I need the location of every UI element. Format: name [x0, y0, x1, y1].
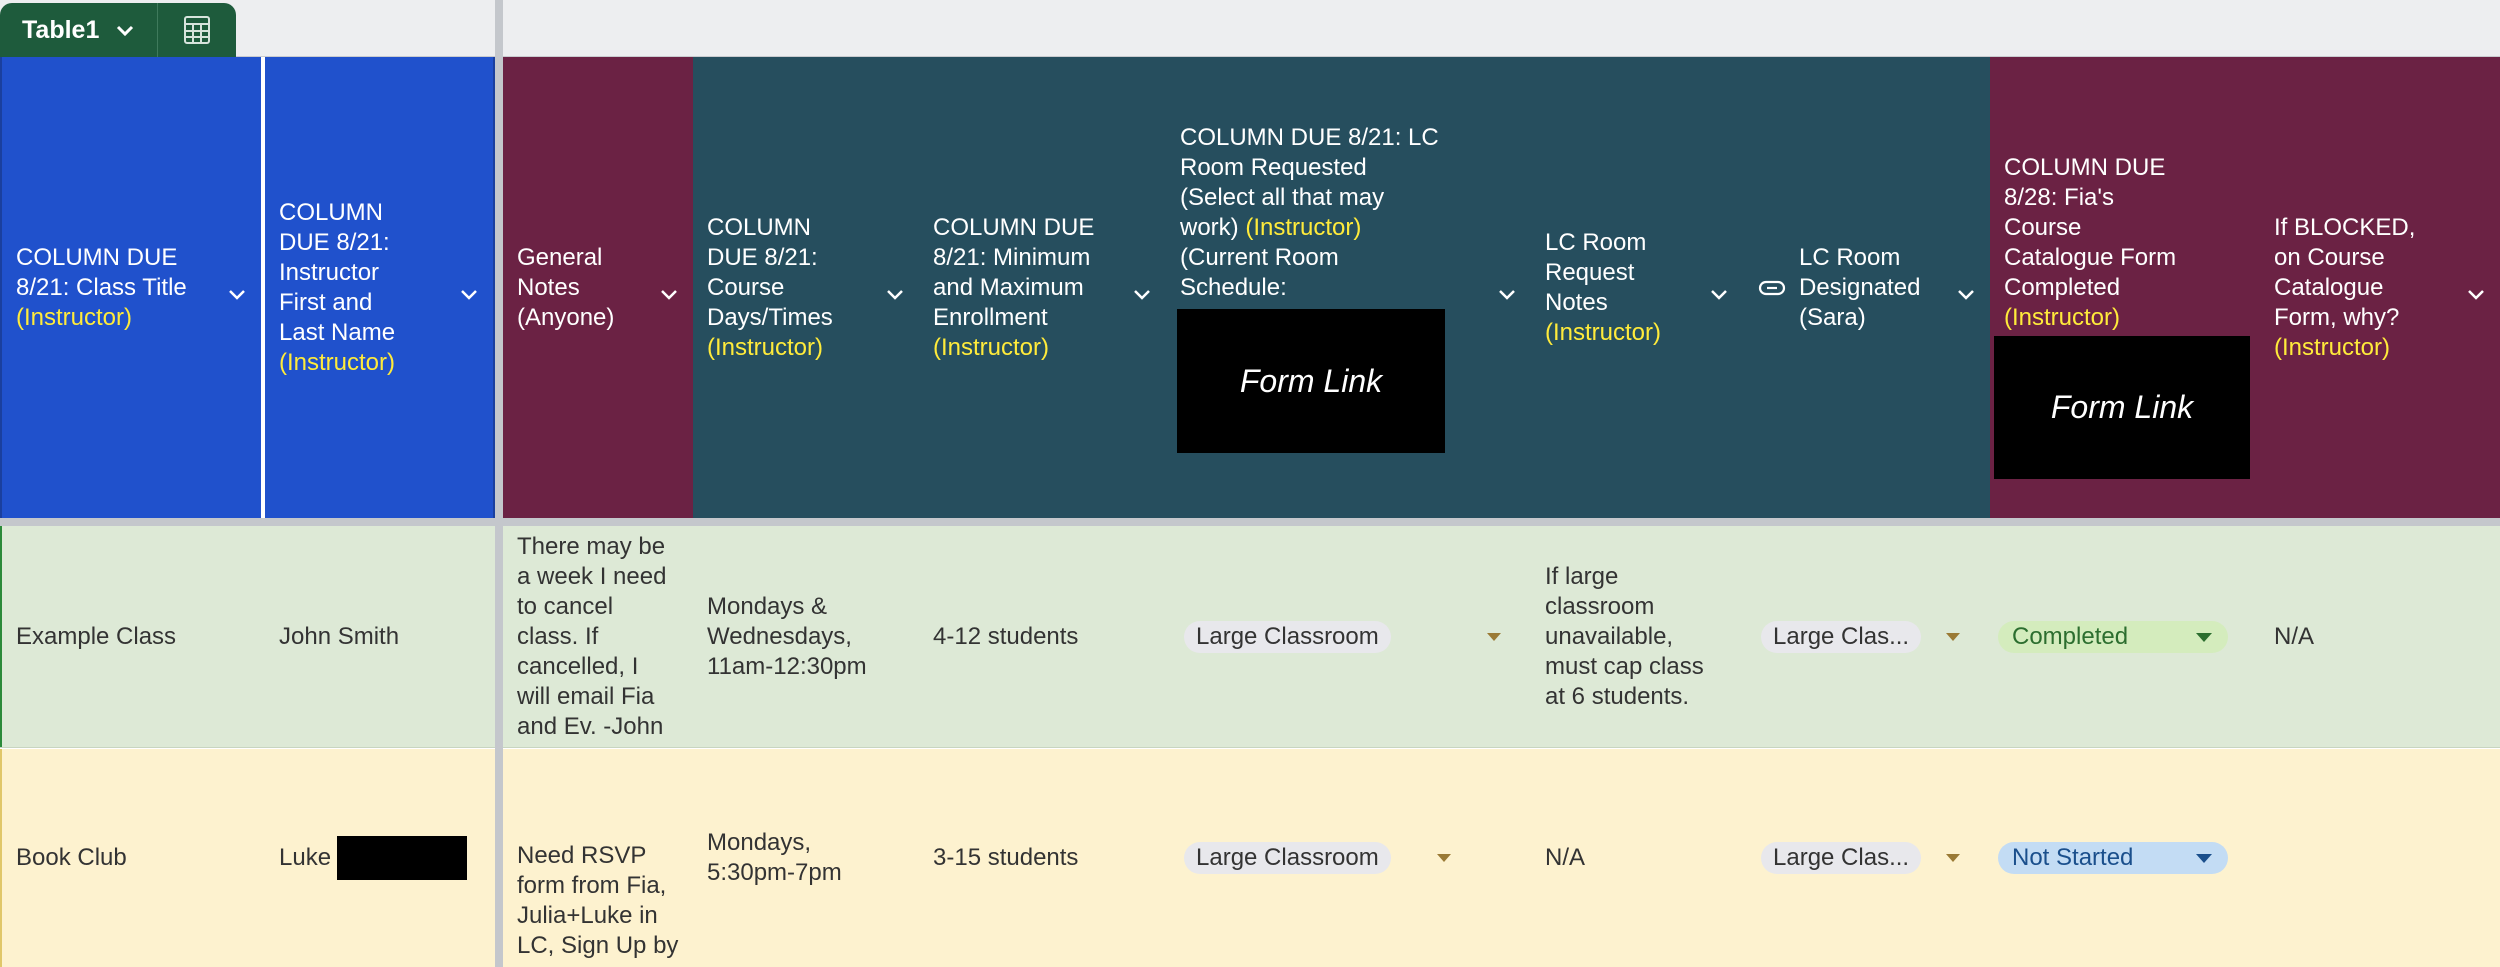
chevron-down-icon[interactable]: [1497, 280, 1517, 310]
dropdown-arrow-icon[interactable]: [1946, 632, 1960, 641]
calculator-icon[interactable]: [158, 3, 236, 57]
column-header-tag: (Instructor): [1545, 318, 1662, 346]
column-header-label: If BLOCKED, on Course Catalogue Form, wh…: [2274, 213, 2416, 331]
table-tab-bar: Table1: [0, 0, 2500, 57]
column-header-tag: (Instructor): [279, 348, 396, 376]
cell-room-requested[interactable]: Large Classroom: [1166, 526, 1531, 747]
cell-text: John Smith: [279, 622, 400, 650]
cell-text: N/A: [1545, 844, 1586, 871]
status-dropdown[interactable]: Completed: [1998, 620, 2228, 653]
chevron-down-icon[interactable]: [1956, 280, 1976, 310]
cell-text: If large classroom unavailable, must cap…: [1545, 562, 1704, 710]
form-link-catalogue[interactable]: Form Link: [1994, 336, 2250, 479]
chevron-down-icon[interactable]: [227, 280, 247, 310]
cell-blocked-reason[interactable]: N/A: [2260, 526, 2500, 747]
cell-blocked-reason[interactable]: [2260, 749, 2500, 967]
column-header-label: COLUMN DUE 8/21: Course Days/Times: [707, 213, 833, 331]
dropdown-arrow-icon[interactable]: [1437, 854, 1451, 862]
column-header-room-designated[interactable]: LC Room Designated (Sara): [1743, 57, 1990, 518]
dropdown-arrow-icon: [2196, 854, 2212, 863]
cell-room-designated[interactable]: Large Clas...: [1743, 526, 1990, 747]
column-header-tag: (Instructor): [2274, 333, 2391, 361]
cell-general-notes[interactable]: Need RSVP form from Fia, Julia+Luke in L…: [503, 749, 693, 967]
column-header-class-title[interactable]: COLUMN DUE 8/21: Class Title (Instructor): [0, 57, 261, 518]
column-header-label: COLUMN DUE 8/21: Class Title: [16, 243, 187, 301]
cell-room-notes[interactable]: If large classroom unavailable, must cap…: [1531, 526, 1743, 747]
column-header-label: COLUMN DUE 8/21: Instructor First and La…: [279, 198, 396, 346]
column-header-label: COLUMN DUE 8/28: Fia's Course Catalogue …: [2004, 154, 2177, 301]
cell-text: 4-12 students: [933, 622, 1079, 650]
column-header-label: General Notes (Anyone): [517, 243, 615, 331]
cell-text: Example Class: [16, 622, 177, 650]
column-header-tag: (Instructor): [2004, 304, 2121, 331]
cell-enrollment[interactable]: 4-12 students: [919, 526, 1166, 747]
cell-text: 3-15 students: [933, 844, 1079, 871]
chevron-down-icon[interactable]: [2466, 280, 2486, 310]
dropdown-arrow-icon[interactable]: [1487, 632, 1501, 641]
room-chip: Large Clas...: [1761, 842, 1922, 874]
link-icon: [1757, 278, 1787, 298]
cell-room-requested[interactable]: Large Classroom: [1166, 749, 1531, 967]
cell-course-days[interactable]: Mondays & Wednesdays, 11am-12:30pm: [693, 526, 919, 747]
room-chip: Large Clas...: [1761, 620, 1922, 653]
column-header-instructor-name[interactable]: COLUMN DUE 8/21: Instructor First and La…: [265, 57, 495, 518]
cell-enrollment[interactable]: 3-15 students: [919, 749, 1166, 967]
chevron-down-icon[interactable]: [659, 280, 679, 310]
table-tab[interactable]: Table1: [0, 3, 236, 57]
table-tab-label: Table1: [22, 15, 100, 44]
column-header-tag: (Instructor): [933, 333, 1050, 361]
cell-text: Mondays & Wednesdays, 11am-12:30pm: [707, 592, 867, 680]
dropdown-arrow-icon: [2196, 632, 2212, 642]
cell-room-notes[interactable]: N/A: [1531, 749, 1743, 967]
column-header-label-extra: (Current Room Schedule:: [1180, 244, 1339, 301]
frozen-column-divider[interactable]: [495, 0, 503, 967]
redaction-box: [337, 836, 468, 880]
chevron-down-icon[interactable]: [1132, 280, 1152, 310]
column-header-tag: (Instructor): [707, 333, 824, 361]
cell-text: Luke: [279, 844, 332, 871]
cell-course-days[interactable]: Mondays, 5:30pm-7pm: [693, 749, 919, 967]
column-header-room-notes[interactable]: LC Room Request Notes (Instructor): [1531, 57, 1743, 518]
chevron-down-icon[interactable]: [1709, 280, 1729, 310]
chevron-down-icon[interactable]: [115, 16, 135, 45]
table-row: Example Class John Smith There may be a …: [0, 526, 2500, 748]
column-header-label: LC Room Request Notes: [1545, 228, 1647, 316]
cell-text: There may be a week I need to cancel cla…: [517, 532, 667, 740]
column-header-tag: (Instructor): [16, 303, 133, 331]
cell-catalogue-status[interactable]: Completed: [1990, 526, 2260, 747]
cell-text: Mondays, 5:30pm-7pm: [707, 829, 842, 886]
cell-room-designated[interactable]: Large Clas...: [1743, 749, 1990, 967]
column-header-course-days[interactable]: COLUMN DUE 8/21: Course Days/Times (Instr…: [693, 57, 919, 518]
status-label: Not Started: [2012, 844, 2134, 871]
header-divider: [0, 518, 2500, 526]
column-header-blocked-reason[interactable]: If BLOCKED, on Course Catalogue Form, wh…: [2260, 57, 2500, 518]
column-header-label: COLUMN DUE 8/21: Minimum and Maximum Enr…: [933, 213, 1095, 331]
column-header-label: LC Room Designated (Sara): [1799, 243, 1921, 331]
chevron-down-icon[interactable]: [459, 280, 479, 310]
room-chip: Large Classroom: [1184, 842, 1391, 874]
cell-class-title[interactable]: Book Club: [0, 749, 265, 967]
table-tab-name-button[interactable]: Table1: [0, 3, 158, 57]
table-row: Book Club Luke Need RSVP form from Fia, …: [0, 749, 2500, 967]
status-label: Completed: [2012, 622, 2129, 650]
room-chip: Large Classroom: [1184, 620, 1391, 653]
cell-text: Need RSVP form from Fia, Julia+Luke in L…: [517, 842, 679, 959]
cell-catalogue-status[interactable]: Not Started: [1990, 749, 2260, 967]
column-header-enrollment[interactable]: COLUMN DUE 8/21: Minimum and Maximum Enr…: [919, 57, 1166, 518]
dropdown-arrow-icon[interactable]: [1946, 854, 1960, 862]
cell-instructor[interactable]: Luke: [265, 749, 495, 967]
cell-class-title[interactable]: Example Class: [0, 526, 265, 747]
cell-instructor[interactable]: John Smith: [265, 526, 495, 747]
column-header-general-notes[interactable]: General Notes (Anyone): [503, 57, 693, 518]
cell-text: N/A: [2274, 622, 2315, 650]
status-dropdown[interactable]: Not Started: [1998, 842, 2228, 874]
cell-text: Book Club: [16, 844, 127, 871]
column-header-tag: (Instructor): [1245, 214, 1362, 241]
chevron-down-icon[interactable]: [885, 280, 905, 310]
cell-general-notes[interactable]: There may be a week I need to cancel cla…: [503, 526, 693, 747]
form-link-room-schedule[interactable]: Form Link: [1177, 309, 1445, 453]
